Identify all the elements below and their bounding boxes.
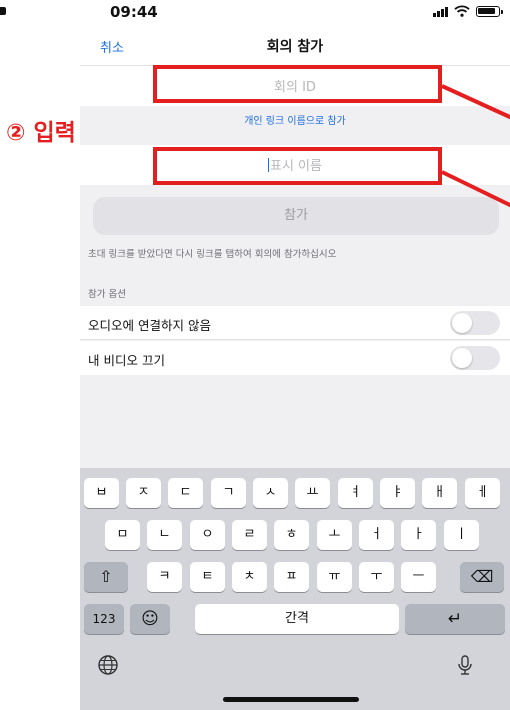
shift-key[interactable]: ⇧ bbox=[84, 562, 128, 592]
key[interactable]: ㅅ bbox=[253, 478, 288, 508]
battery-tail-fragment bbox=[0, 7, 6, 15]
option-no-audio-label: 오디오에 연결하지 않음 bbox=[88, 318, 211, 333]
key[interactable]: ㅋ bbox=[147, 562, 182, 592]
status-icons bbox=[433, 5, 503, 17]
key[interactable]: ㄹ bbox=[232, 520, 267, 550]
annotation-label: ② 입력 bbox=[6, 120, 76, 146]
cellular-signal-icon bbox=[433, 6, 448, 17]
numbers-key[interactable]: 123 bbox=[84, 604, 124, 634]
key[interactable]: ㅔ bbox=[465, 478, 500, 508]
keyboard: ㅂ ㅈ ㄷ ㄱ ㅅ ㅛ ㅕ ㅑ ㅐ ㅔ ㅁ ㄴ ㅇ ㄹ ㅎ ㅗ ㅓ ㅏ ㅣ ⇧ … bbox=[80, 468, 510, 710]
battery-icon bbox=[476, 5, 503, 17]
status-bar: 09:44 bbox=[80, 0, 510, 28]
personal-link-join-link[interactable]: 개인 링크 이름으로 참가 bbox=[80, 112, 510, 127]
video-off-toggle[interactable] bbox=[450, 346, 500, 370]
key[interactable]: ㅕ bbox=[338, 478, 373, 508]
key[interactable]: ㅑ bbox=[380, 478, 415, 508]
phone-screen: 09:44 취소 회의 참가 회의 ID 개인 링크 이름으로 참가 표시 이름… bbox=[80, 0, 510, 710]
key[interactable]: ㅎ bbox=[274, 520, 309, 550]
key[interactable]: ㅠ bbox=[317, 562, 352, 592]
option-video-off-label: 내 비디오 끄기 bbox=[88, 353, 165, 368]
join-button[interactable]: 참가 bbox=[93, 197, 499, 235]
key[interactable]: ㅛ bbox=[295, 478, 330, 508]
key[interactable]: ㅏ bbox=[401, 520, 436, 550]
key[interactable]: ㅂ bbox=[84, 478, 119, 508]
key[interactable]: ㅣ bbox=[444, 520, 479, 550]
status-time: 09:44 bbox=[110, 3, 158, 21]
space-key[interactable]: 간격 bbox=[195, 604, 399, 634]
key[interactable]: ㅜ bbox=[359, 562, 394, 592]
join-options-heading: 참가 옵션 bbox=[88, 289, 126, 300]
invite-note: 초대 링크를 받았다면 다시 링크를 탭하여 회의에 참가하십시오 bbox=[88, 249, 337, 260]
key[interactable]: ㅓ bbox=[359, 520, 394, 550]
option-video-off-row: 내 비디오 끄기 bbox=[80, 341, 510, 375]
wifi-icon bbox=[454, 5, 470, 17]
globe-icon[interactable] bbox=[93, 654, 123, 684]
annotation-highlight-meeting-id bbox=[153, 65, 442, 103]
mic-icon[interactable] bbox=[450, 654, 480, 684]
key[interactable]: ㄴ bbox=[147, 520, 182, 550]
key[interactable]: ㅁ bbox=[105, 520, 140, 550]
key[interactable]: ㅊ bbox=[232, 562, 267, 592]
key[interactable]: ㅗ bbox=[317, 520, 352, 550]
key[interactable]: ㅐ bbox=[422, 478, 457, 508]
backspace-key[interactable]: ⌫ bbox=[460, 562, 504, 592]
return-key[interactable]: ↵ bbox=[405, 604, 505, 634]
key[interactable]: ㅇ bbox=[190, 520, 225, 550]
page-title: 회의 참가 bbox=[266, 39, 324, 55]
emoji-key[interactable]: ☺ bbox=[130, 604, 170, 634]
nav-bar: 취소 회의 참가 bbox=[80, 28, 510, 66]
no-audio-toggle[interactable] bbox=[450, 311, 500, 335]
key[interactable]: ㅈ bbox=[126, 478, 161, 508]
annotation-highlight-display-name bbox=[153, 147, 442, 185]
key[interactable]: ㅡ bbox=[401, 562, 436, 592]
key[interactable]: ㅍ bbox=[274, 562, 309, 592]
key[interactable]: ㅌ bbox=[190, 562, 225, 592]
option-no-audio-row: 오디오에 연결하지 않음 bbox=[80, 306, 510, 340]
home-indicator bbox=[223, 697, 359, 702]
key[interactable]: ㄱ bbox=[211, 478, 246, 508]
key[interactable]: ㄷ bbox=[168, 478, 203, 508]
